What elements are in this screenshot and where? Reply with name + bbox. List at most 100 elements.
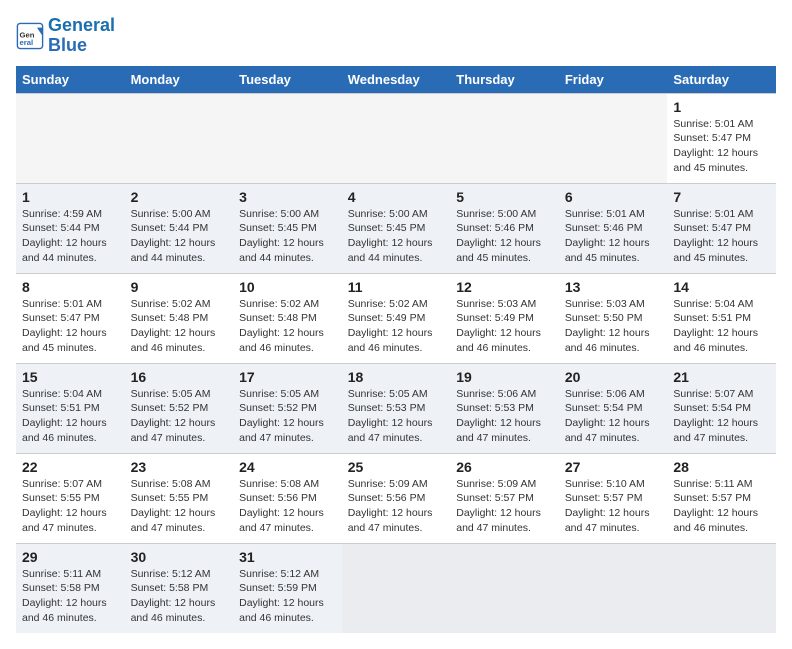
day-info: Sunrise: 5:00 AMSunset: 5:45 PMDaylight:…: [348, 207, 445, 266]
day-info: Sunrise: 5:09 AMSunset: 5:56 PMDaylight:…: [348, 477, 445, 536]
day-info: Sunrise: 5:05 AMSunset: 5:53 PMDaylight:…: [348, 387, 445, 446]
day-number: 2: [131, 189, 228, 205]
day-info: Sunrise: 5:02 AMSunset: 5:48 PMDaylight:…: [131, 297, 228, 356]
day-number: 29: [22, 549, 119, 565]
day-number: 24: [239, 459, 336, 475]
day-info: Sunrise: 5:00 AMSunset: 5:45 PMDaylight:…: [239, 207, 336, 266]
day-number: 1: [22, 189, 119, 205]
calendar-cell: 17 Sunrise: 5:05 AMSunset: 5:52 PMDayligh…: [233, 363, 342, 453]
day-info: Sunrise: 5:03 AMSunset: 5:50 PMDaylight:…: [565, 297, 662, 356]
day-header-friday: Friday: [559, 66, 668, 94]
calendar-cell: 10 Sunrise: 5:02 AMSunset: 5:48 PMDayligh…: [233, 273, 342, 363]
calendar-cell: 12Sunrise: 5:03 AMSunset: 5:49 PMDayligh…: [450, 273, 559, 363]
day-info: Sunrise: 5:07 AMSunset: 5:55 PMDaylight:…: [22, 477, 119, 536]
day-info: Sunrise: 5:07 AMSunset: 5:54 PMDaylight:…: [673, 387, 770, 446]
week-row-3: 8Sunrise: 5:01 AMSunset: 5:47 PMDaylight…: [16, 273, 776, 363]
day-info: Sunrise: 5:06 AMSunset: 5:54 PMDaylight:…: [565, 387, 662, 446]
calendar-cell: 15Sunrise: 5:04 AMSunset: 5:51 PMDayligh…: [16, 363, 125, 453]
calendar-cell: 5 Sunrise: 5:00 AMSunset: 5:46 PMDaylight…: [450, 183, 559, 273]
page-header: Gen eral GeneralBlue: [16, 16, 776, 56]
calendar-cell: 8Sunrise: 5:01 AMSunset: 5:47 PMDaylight…: [16, 273, 125, 363]
day-number: 21: [673, 369, 770, 385]
calendar-cell: 1Sunrise: 5:01 AMSunset: 5:47 PMDaylight…: [667, 93, 776, 183]
day-number: 7: [673, 189, 770, 205]
day-number: 4: [348, 189, 445, 205]
calendar-cell: 18 Sunrise: 5:05 AMSunset: 5:53 PMDayligh…: [342, 363, 451, 453]
week-row-6: 29 Sunrise: 5:11 AMSunset: 5:58 PMDayligh…: [16, 543, 776, 633]
day-number: 16: [131, 369, 228, 385]
calendar-cell: 13 Sunrise: 5:03 AMSunset: 5:50 PMDayligh…: [559, 273, 668, 363]
day-header-sunday: Sunday: [16, 66, 125, 94]
day-header-wednesday: Wednesday: [342, 66, 451, 94]
calendar-cell: 23Sunrise: 5:08 AMSunset: 5:55 PMDayligh…: [125, 453, 234, 543]
calendar-cell: 31 Sunrise: 5:12 AMSunset: 5:59 PMDayligh…: [233, 543, 342, 633]
calendar-cell: 4 Sunrise: 5:00 AMSunset: 5:45 PMDaylight…: [342, 183, 451, 273]
calendar-cell: 1 Sunrise: 4:59 AMSunset: 5:44 PMDaylight…: [16, 183, 125, 273]
day-number: 9: [131, 279, 228, 295]
logo-text: GeneralBlue: [48, 16, 115, 56]
day-info: Sunrise: 5:02 AMSunset: 5:49 PMDaylight:…: [348, 297, 445, 356]
logo: Gen eral GeneralBlue: [16, 16, 115, 56]
calendar-cell: 27 Sunrise: 5:10 AMSunset: 5:57 PMDayligh…: [559, 453, 668, 543]
calendar-cell: 29 Sunrise: 5:11 AMSunset: 5:58 PMDayligh…: [16, 543, 125, 633]
day-number: 10: [239, 279, 336, 295]
calendar-cell: [233, 93, 342, 183]
day-number: 13: [565, 279, 662, 295]
day-info: Sunrise: 5:00 AMSunset: 5:46 PMDaylight:…: [456, 207, 553, 266]
calendar-cell: [559, 543, 668, 633]
week-row-5: 22Sunrise: 5:07 AMSunset: 5:55 PMDayligh…: [16, 453, 776, 543]
day-info: Sunrise: 5:05 AMSunset: 5:52 PMDaylight:…: [239, 387, 336, 446]
day-info: Sunrise: 5:10 AMSunset: 5:57 PMDaylight:…: [565, 477, 662, 536]
day-number: 3: [239, 189, 336, 205]
calendar-cell: 16 Sunrise: 5:05 AMSunset: 5:52 PMDayligh…: [125, 363, 234, 453]
calendar-cell: 28Sunrise: 5:11 AMSunset: 5:57 PMDayligh…: [667, 453, 776, 543]
day-number: 17: [239, 369, 336, 385]
day-number: 26: [456, 459, 553, 475]
calendar-cell: 9 Sunrise: 5:02 AMSunset: 5:48 PMDaylight…: [125, 273, 234, 363]
day-header-thursday: Thursday: [450, 66, 559, 94]
day-info: Sunrise: 5:11 AMSunset: 5:58 PMDaylight:…: [22, 567, 119, 626]
calendar-cell: [342, 93, 451, 183]
day-header-saturday: Saturday: [667, 66, 776, 94]
calendar-cell: [125, 93, 234, 183]
day-number: 12: [456, 279, 553, 295]
calendar-cell: 7 Sunrise: 5:01 AMSunset: 5:47 PMDaylight…: [667, 183, 776, 273]
day-info: Sunrise: 5:01 AMSunset: 5:47 PMDaylight:…: [673, 207, 770, 266]
calendar-cell: 21 Sunrise: 5:07 AMSunset: 5:54 PMDayligh…: [667, 363, 776, 453]
day-info: Sunrise: 4:59 AMSunset: 5:44 PMDaylight:…: [22, 207, 119, 266]
calendar-cell: 22Sunrise: 5:07 AMSunset: 5:55 PMDayligh…: [16, 453, 125, 543]
day-number: 27: [565, 459, 662, 475]
day-info: Sunrise: 5:04 AMSunset: 5:51 PMDaylight:…: [673, 297, 770, 356]
calendar-cell: 30Sunrise: 5:12 AMSunset: 5:58 PMDayligh…: [125, 543, 234, 633]
calendar-cell: 26Sunrise: 5:09 AMSunset: 5:57 PMDayligh…: [450, 453, 559, 543]
day-number: 23: [131, 459, 228, 475]
calendar-cell: 25 Sunrise: 5:09 AMSunset: 5:56 PMDayligh…: [342, 453, 451, 543]
day-number: 19: [456, 369, 553, 385]
day-number: 25: [348, 459, 445, 475]
calendar-cell: 2 Sunrise: 5:00 AMSunset: 5:44 PMDaylight…: [125, 183, 234, 273]
day-info: Sunrise: 5:12 AMSunset: 5:59 PMDaylight:…: [239, 567, 336, 626]
day-number: 6: [565, 189, 662, 205]
day-number: 20: [565, 369, 662, 385]
day-number: 18: [348, 369, 445, 385]
week-row-2: 1 Sunrise: 4:59 AMSunset: 5:44 PMDaylight…: [16, 183, 776, 273]
day-number: 15: [22, 369, 119, 385]
day-number: 31: [239, 549, 336, 565]
week-row-4: 15Sunrise: 5:04 AMSunset: 5:51 PMDayligh…: [16, 363, 776, 453]
calendar-cell: [559, 93, 668, 183]
day-info: Sunrise: 5:02 AMSunset: 5:48 PMDaylight:…: [239, 297, 336, 356]
calendar-cell: 6Sunrise: 5:01 AMSunset: 5:46 PMDaylight…: [559, 183, 668, 273]
day-number: 5: [456, 189, 553, 205]
day-info: Sunrise: 5:05 AMSunset: 5:52 PMDaylight:…: [131, 387, 228, 446]
day-number: 14: [673, 279, 770, 295]
calendar-cell: 14 Sunrise: 5:04 AMSunset: 5:51 PMDayligh…: [667, 273, 776, 363]
day-info: Sunrise: 5:06 AMSunset: 5:53 PMDaylight:…: [456, 387, 553, 446]
day-number: 11: [348, 279, 445, 295]
calendar-cell: [342, 543, 451, 633]
day-header-tuesday: Tuesday: [233, 66, 342, 94]
calendar-cell: [450, 93, 559, 183]
day-info: Sunrise: 5:08 AMSunset: 5:56 PMDaylight:…: [239, 477, 336, 536]
day-info: Sunrise: 5:00 AMSunset: 5:44 PMDaylight:…: [131, 207, 228, 266]
calendar-cell: 3 Sunrise: 5:00 AMSunset: 5:45 PMDaylight…: [233, 183, 342, 273]
calendar-table: SundayMondayTuesdayWednesdayThursdayFrid…: [16, 66, 776, 634]
